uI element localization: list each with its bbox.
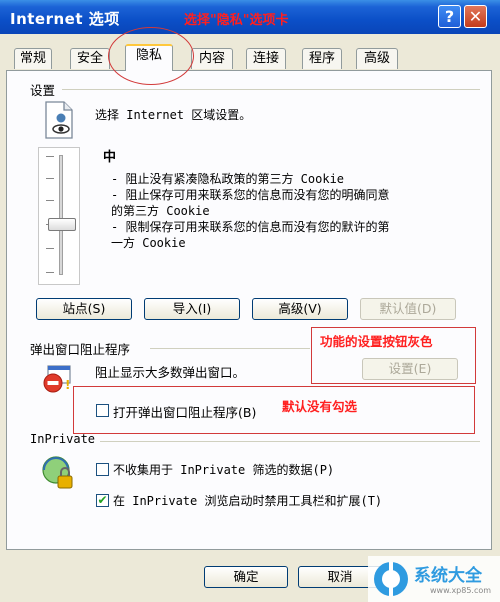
privacy-description-line: - 阻止没有紧凑隐私政策的第三方 Cookie — [111, 172, 345, 186]
slider-tick — [46, 248, 54, 249]
inprivate-filter-checkbox-label[interactable]: 不收集用于 InPrivate 筛选的数据(P) — [113, 461, 334, 478]
privacy-level-label: 中 — [103, 150, 117, 165]
inprivate-lock-icon — [40, 454, 76, 497]
privacy-description-line: - 限制保存可用来联系您的信息而没有您的默许的第 — [111, 220, 390, 234]
tab-content[interactable]: 内容 — [191, 48, 233, 69]
popup-blocker-checkbox-label[interactable]: 打开弹出窗口阻止程序(B) — [113, 402, 256, 421]
annotation-disabled-button-note: 功能的设置按钮灰色 — [320, 334, 433, 349]
svg-text:!: ! — [65, 378, 70, 392]
privacy-description-line: 的第三方 Cookie — [111, 204, 210, 218]
annotation-unchecked-note: 默认没有勾选 — [282, 399, 358, 414]
tab-connections[interactable]: 连接 — [246, 48, 286, 69]
watermark-text: 系统大全 — [414, 566, 482, 586]
slider-tick — [46, 156, 54, 157]
settings-divider — [62, 89, 480, 90]
popup-group-label: 弹出窗口阻止程序 — [30, 342, 131, 357]
settings-prompt: 选择 Internet 区域设置。 — [95, 108, 252, 122]
import-button[interactable]: 导入(I) — [144, 298, 240, 320]
popup-blocker-checkbox[interactable] — [96, 404, 109, 417]
inprivate-toolbar-checkbox[interactable]: ✔ — [96, 494, 109, 507]
tab-programs[interactable]: 程序 — [302, 48, 342, 69]
inprivate-divider — [100, 441, 480, 442]
popup-settings-button[interactable]: 设置(E) — [362, 358, 458, 380]
default-button[interactable]: 默认值(D) — [360, 298, 456, 320]
popup-blocker-icon: ! — [41, 363, 73, 398]
privacy-description-line: 一方 Cookie — [111, 236, 186, 250]
inprivate-group-label: InPrivate — [30, 432, 96, 446]
watermark-url: www.xp85.com — [430, 586, 492, 595]
ok-button[interactable]: 确定 — [204, 566, 288, 588]
sites-button[interactable]: 站点(S) — [36, 298, 132, 320]
privacy-slider-track[interactable] — [59, 155, 63, 275]
inprivate-filter-checkbox[interactable] — [96, 463, 109, 476]
annotation-select-privacy-tab: 选择"隐私"选项卡 — [184, 13, 289, 28]
tab-general[interactable]: 常规 — [14, 48, 52, 69]
popup-description: 阻止显示大多数弹出窗口。 — [95, 365, 246, 380]
slider-tick — [46, 178, 54, 179]
slider-tick — [46, 272, 54, 273]
tab-advanced[interactable]: 高级 — [356, 48, 398, 69]
window-title: Internet 选项 — [10, 10, 120, 28]
advanced-button[interactable]: 高级(V) — [252, 298, 348, 320]
inprivate-toolbar-checkbox-label[interactable]: 在 InPrivate 浏览启动时禁用工具栏和扩展(T) — [113, 492, 382, 509]
privacy-tab-highlight-ellipse — [108, 27, 194, 85]
help-button[interactable]: ? — [438, 5, 461, 28]
privacy-slider-thumb[interactable] — [48, 218, 76, 231]
popup-divider — [150, 348, 310, 349]
close-button[interactable]: ✕ — [464, 5, 487, 28]
watermark-logo-icon — [372, 560, 410, 601]
privacy-page-icon — [42, 100, 76, 143]
tab-security[interactable]: 安全 — [70, 48, 110, 69]
privacy-description-line: - 阻止保存可用来联系您的信息而没有您的明确同意 — [111, 188, 390, 202]
settings-group-label: 设置 — [30, 83, 56, 98]
slider-tick — [46, 200, 54, 201]
